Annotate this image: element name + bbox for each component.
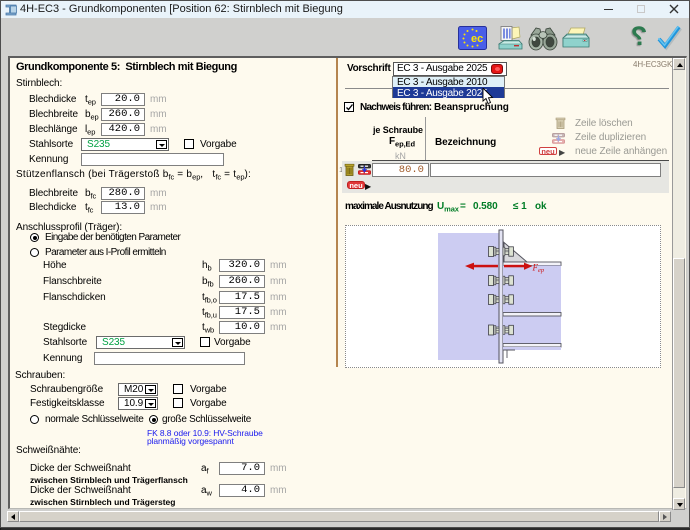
svg-text:ec: ec bbox=[471, 33, 483, 45]
